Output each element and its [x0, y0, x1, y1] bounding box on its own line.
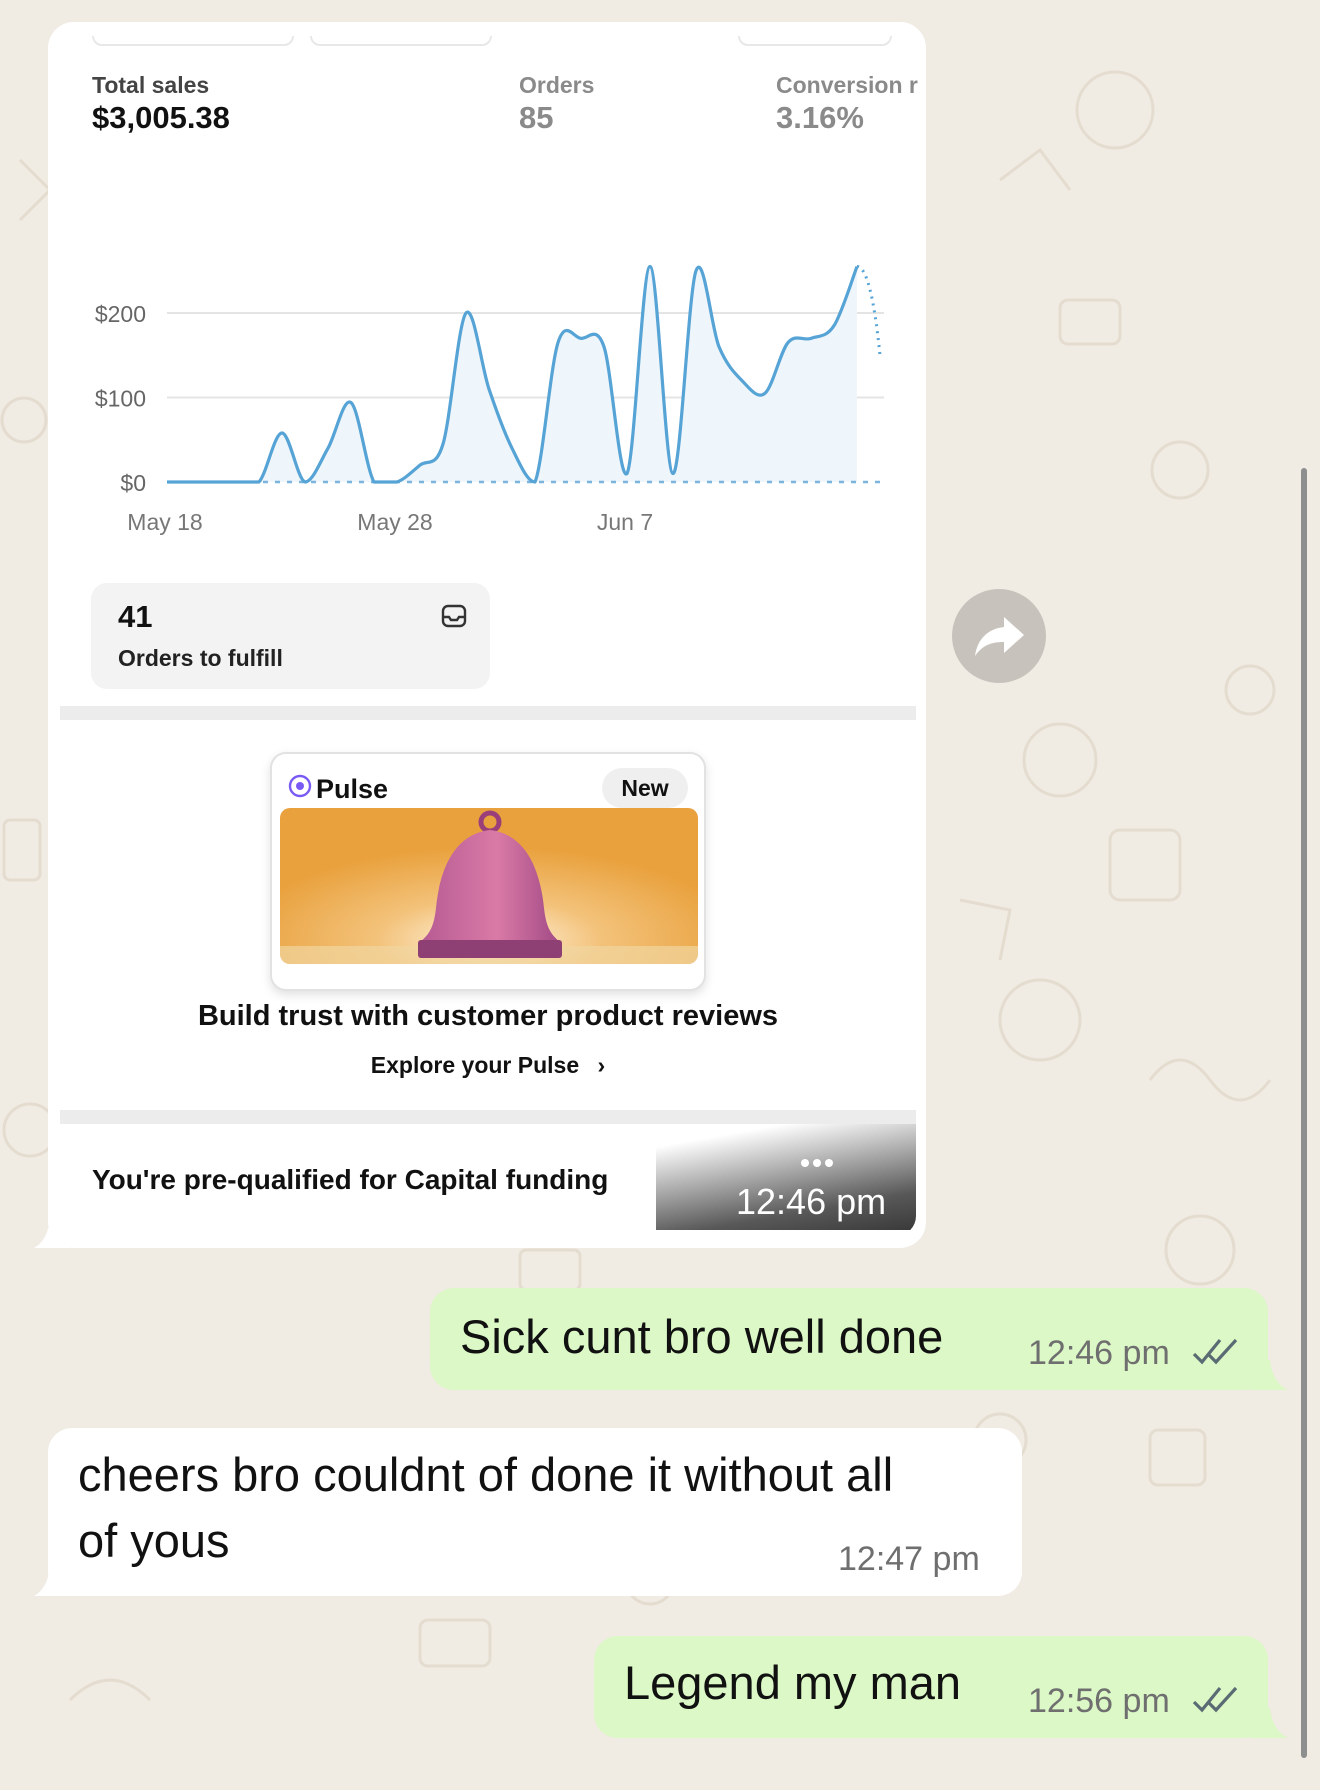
tab-pill — [738, 36, 892, 46]
total-sales-label: Total sales — [92, 72, 210, 98]
tab-pill — [310, 36, 492, 46]
orders-to-fulfill-count: 41 — [118, 599, 153, 634]
scrollbar[interactable] — [1301, 468, 1307, 1758]
read-ticks-icon — [1192, 1338, 1238, 1365]
conversion-label: Conversion r — [776, 72, 918, 98]
orders-to-fulfill-card[interactable]: 41 Orders to fulfill — [91, 583, 490, 689]
message-time: 12:47 pm — [838, 1540, 980, 1578]
message-time: 12:56 pm — [1028, 1682, 1170, 1720]
outgoing-message[interactable]: Sick cunt bro well done 12:46 pm — [430, 1288, 1268, 1390]
ellipsis-icon[interactable] — [800, 1158, 834, 1168]
bubble-tail — [34, 1218, 70, 1248]
explore-pulse-link[interactable]: Explore your Pulse › — [60, 1052, 916, 1079]
message-text: Legend my man — [624, 1656, 962, 1709]
capital-banner-text: You're pre-qualified for Capital funding — [92, 1164, 609, 1195]
pulse-target-icon — [288, 774, 312, 798]
message-text-line-1: cheers bro couldnt of done it without al… — [78, 1448, 894, 1501]
read-ticks-icon — [1192, 1686, 1238, 1713]
pulse-title: Pulse — [316, 774, 389, 804]
bubble-tail — [1250, 1708, 1288, 1738]
message-text-line-2: of yous — [78, 1514, 230, 1567]
chevron-right-icon: › — [597, 1052, 606, 1078]
image-message-time: 12:46 pm — [736, 1181, 887, 1222]
bubble-tail — [1250, 1360, 1288, 1390]
tab-pill — [92, 36, 294, 46]
orders-to-fulfill-label: Orders to fulfill — [118, 645, 283, 671]
forward-button[interactable] — [952, 589, 1046, 683]
incoming-message[interactable]: cheers bro couldnt of done it without al… — [48, 1428, 1022, 1596]
message-time: 12:46 pm — [1028, 1334, 1170, 1372]
total-sales-value: $3,005.38 — [92, 100, 230, 135]
section-divider — [60, 706, 916, 720]
outgoing-message[interactable]: Legend my man 12:56 pm — [594, 1636, 1268, 1738]
forward-arrow-icon — [975, 617, 1024, 656]
pulse-card[interactable]: Pulse New — [270, 752, 706, 991]
inbox-icon — [441, 604, 467, 628]
section-divider — [60, 1110, 916, 1124]
orders-value: 85 — [519, 100, 554, 135]
new-badge: New — [602, 768, 688, 808]
conversion-value: 3.16% — [776, 100, 864, 135]
bubble-tail — [34, 1566, 70, 1596]
pulse-headline: Build trust with customer product review… — [197, 1000, 779, 1032]
bell-illustration — [280, 808, 698, 964]
orders-label: Orders — [519, 72, 595, 98]
explore-pulse-label: Explore your Pulse — [370, 1052, 580, 1078]
message-text: Sick cunt bro well done — [460, 1310, 944, 1363]
